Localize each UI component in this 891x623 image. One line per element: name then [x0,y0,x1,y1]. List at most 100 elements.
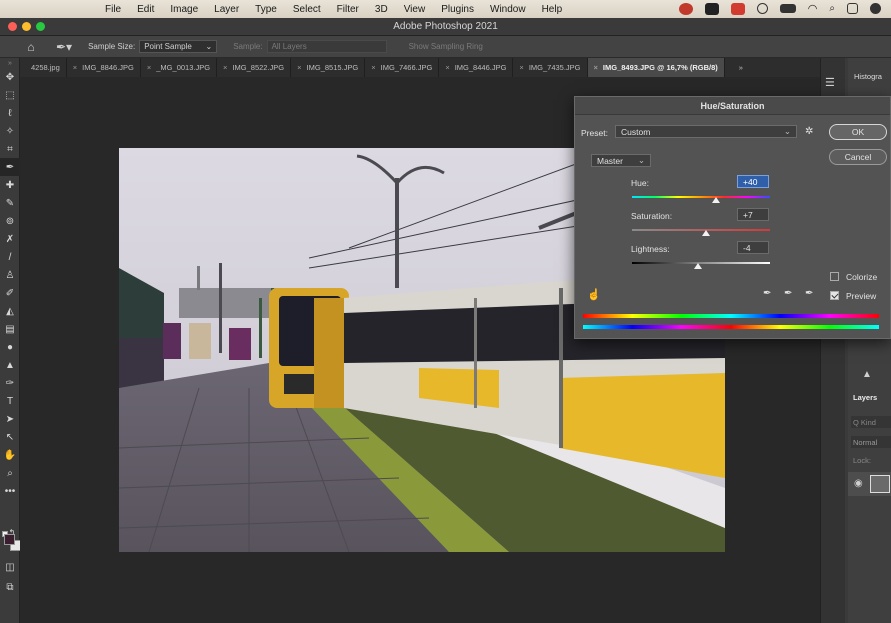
menu-select[interactable]: Select [293,4,321,15]
close-tab-icon[interactable]: × [371,63,375,72]
wifi-icon[interactable]: ◠ [808,2,818,15]
minimize-window-button[interactable] [22,22,31,31]
close-tab-icon[interactable]: × [445,63,449,72]
panel-collapse-icon[interactable]: » [0,58,20,68]
gear-icon[interactable]: ✲ [805,126,813,137]
creative-cloud-icon[interactable] [678,2,693,15]
type-tool-icon[interactable]: T [0,392,20,410]
sample-size-select[interactable]: Point Sample ⌄ [139,40,218,53]
channel-select[interactable]: Master ⌄ [591,154,651,167]
direct-selection-tool-icon[interactable]: ↖ [0,428,20,446]
close-tab-icon[interactable]: × [594,63,598,72]
eyedropper-tool-icon[interactable]: ✒ [0,158,20,176]
healing-brush-tool-icon[interactable]: ✚ [0,176,20,194]
document-tab[interactable]: × IMG_8446.JPG [439,58,514,77]
eyedropper-icon[interactable]: ✒ [763,288,771,299]
tab-overflow-icon[interactable]: » [733,58,749,77]
lasso-tool-icon[interactable]: ℓ [0,104,20,122]
quick-mask-icon[interactable]: ◫ [0,558,20,576]
pen-tool-icon[interactable]: ✑ [0,374,20,392]
menu-view[interactable]: View [404,4,426,15]
more-tools-icon[interactable]: ••• [0,482,20,500]
menu-3d[interactable]: 3D [375,4,388,15]
blur-tool-icon[interactable]: ● [0,338,20,356]
eyedropper-minus-icon[interactable]: ✒ [805,288,813,299]
clock-icon[interactable] [756,3,768,14]
layer-kind-filter[interactable]: Q Kind [851,416,891,428]
control-center-icon[interactable] [847,3,858,14]
document-tab[interactable]: × _MG_0013.JPG [141,58,218,77]
saturation-slider-thumb[interactable] [701,230,710,236]
layers-panel-tab[interactable]: Layers [853,393,877,402]
adjustments-icon[interactable]: ☰ [825,76,841,89]
history-brush-tool-icon[interactable]: ✗ [0,230,20,248]
menu-type[interactable]: Type [255,4,277,15]
close-window-button[interactable] [8,22,17,31]
menu-window[interactable]: Window [490,4,526,15]
stamp-tool-icon[interactable]: ♙ [0,266,20,284]
zoom-window-button[interactable] [36,22,45,31]
close-tab-icon[interactable]: × [297,63,301,72]
battery-icon[interactable] [779,4,796,13]
marquee-tool-icon[interactable]: ⬚ [0,86,20,104]
menu-file[interactable]: File [105,4,121,15]
magic-wand-tool-icon[interactable]: ✧ [0,122,20,140]
document-tab[interactable]: 4258.jpg [20,58,67,77]
document-tab[interactable]: × IMG_8846.JPG [67,58,141,77]
document-tab-label: IMG_8446.JPG [454,63,507,72]
path-selection-tool-icon[interactable]: ➤ [0,410,20,428]
close-tab-icon[interactable]: × [519,63,523,72]
hue-slider-thumb[interactable] [712,197,721,203]
zoom-tool-icon[interactable]: ⌕ [0,464,20,482]
hue-slider-track[interactable] [632,196,770,198]
document-tab-active[interactable]: × IMG_8493.JPG @ 16,7% (RGB/8) [587,58,725,77]
gradient-tool-icon[interactable]: ▤ [0,320,20,338]
menu-edit[interactable]: Edit [137,4,154,15]
ok-button[interactable]: OK [829,124,887,140]
colorize-checkbox[interactable] [830,272,839,281]
menu-plugins[interactable]: Plugins [441,4,474,15]
eyedropper-tool-preset-icon[interactable]: ✒▾ [56,40,72,54]
search-icon[interactable]: ⌕ [829,3,835,14]
brush-tool-icon[interactable]: ✎ [0,194,20,212]
hue-input[interactable]: +40 [737,175,769,188]
dodge-tool-icon[interactable]: ▲ [0,356,20,374]
cancel-button[interactable]: Cancel [829,149,887,165]
crop-tool-icon[interactable]: ⌗ [0,140,20,158]
close-tab-icon[interactable]: × [147,63,151,72]
layer-row[interactable]: ◉ [848,472,891,496]
document-tab[interactable]: × IMG_8522.JPG [217,58,292,77]
menu-image[interactable]: Image [170,4,198,15]
document-tab[interactable]: × IMG_7435.JPG [513,58,588,77]
mail-icon[interactable] [704,2,719,15]
siri-icon[interactable] [870,3,881,14]
screen-mode-icon[interactable]: ⧉ [0,578,20,596]
menu-help[interactable]: Help [542,4,563,15]
document-tab[interactable]: × IMG_7466.JPG [365,58,440,77]
eraser-tool-icon[interactable]: ◭ [0,302,20,320]
saturation-input[interactable]: +7 [737,208,769,221]
eye-icon[interactable]: ◉ [854,478,863,489]
expand-panel-icon[interactable]: ▲ [862,369,872,380]
brush-alt-tool-icon[interactable]: / [0,248,20,266]
preset-select[interactable]: Custom ⌄ [615,125,797,138]
close-tab-icon[interactable]: × [223,63,227,72]
pencil-tool-icon[interactable]: ✐ [0,284,20,302]
blend-mode-select[interactable]: Normal [851,436,891,448]
menu-filter[interactable]: Filter [337,4,359,15]
menu-layer[interactable]: Layer [214,4,239,15]
eyedropper-plus-icon[interactable]: ✒ [784,288,792,299]
flag-icon[interactable] [730,2,745,15]
foreground-color-swatch[interactable] [4,534,15,545]
histogram-panel-tab[interactable]: Histogra [848,58,891,81]
clone-stamp-tool-icon[interactable]: ⊚ [0,212,20,230]
lightness-slider-thumb[interactable] [694,263,703,269]
document-tab[interactable]: × IMG_8515.JPG [291,58,366,77]
close-tab-icon[interactable]: × [73,63,77,72]
preview-checkbox[interactable] [830,291,839,300]
home-icon[interactable]: ⌂ [20,40,42,54]
move-tool-icon[interactable]: ✥ [0,68,20,86]
targeted-adjustment-hand-icon[interactable]: ☝ [587,288,601,301]
hand-tool-icon[interactable]: ✋ [0,446,20,464]
lightness-input[interactable]: -4 [737,241,769,254]
